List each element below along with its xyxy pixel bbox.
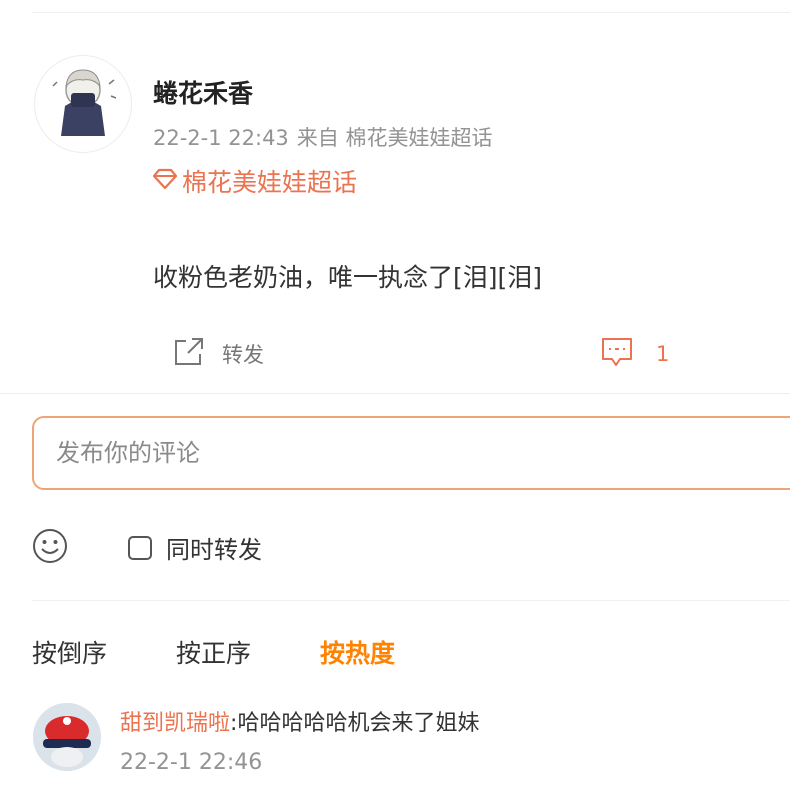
comment-text: 甜到凯瑞啦:哈哈哈哈哈机会来了姐妹 xyxy=(120,705,479,737)
sort-tab-hot[interactable]: 按热度 xyxy=(320,634,395,670)
repost-checkbox[interactable] xyxy=(128,535,152,560)
author-avatar[interactable] xyxy=(34,55,132,153)
repost-checkbox-option[interactable]: 同时转发 xyxy=(128,530,262,565)
post-content: 收粉色老奶油，唯一执念了[泪][泪] xyxy=(153,263,543,292)
post-meta: 22-2-1 22:43 来自 棉花美娃娃超话 xyxy=(153,122,492,152)
section-divider xyxy=(0,393,790,394)
topic-label: 棉花美娃娃超话 xyxy=(182,168,358,197)
sort-tab-chronological[interactable]: 按正序 xyxy=(176,634,251,670)
repost-option-label: 同时转发 xyxy=(166,536,262,564)
emoji-icon[interactable] xyxy=(32,528,68,564)
comment-count: 1 xyxy=(656,342,670,366)
comment-button[interactable]: 1 xyxy=(600,337,669,371)
comment-input[interactable] xyxy=(32,416,790,490)
topic-diamond-icon xyxy=(152,167,178,196)
post-time: 22-2-1 22:43 xyxy=(153,126,289,150)
comment-body: 哈哈哈哈哈机会来了姐妹 xyxy=(237,711,480,736)
top-divider xyxy=(32,12,790,13)
sort-tab-reverse[interactable]: 按倒序 xyxy=(32,634,107,670)
repost-button[interactable]: 转发 xyxy=(172,337,264,371)
topic-link[interactable]: 棉花美娃娃超话 xyxy=(152,163,357,199)
sort-divider xyxy=(32,600,790,601)
comment-author[interactable]: 甜到凯瑞啦 xyxy=(120,711,230,736)
post-source[interactable]: 来自 棉花美娃娃超话 xyxy=(297,126,493,150)
comment-avatar[interactable] xyxy=(33,703,101,771)
repost-label: 转发 xyxy=(222,343,264,367)
repost-icon xyxy=(172,336,206,373)
author-name[interactable]: 蜷花禾香 xyxy=(153,74,253,110)
comment-icon xyxy=(600,336,634,373)
comment-time: 22-2-1 22:46 xyxy=(120,750,263,775)
